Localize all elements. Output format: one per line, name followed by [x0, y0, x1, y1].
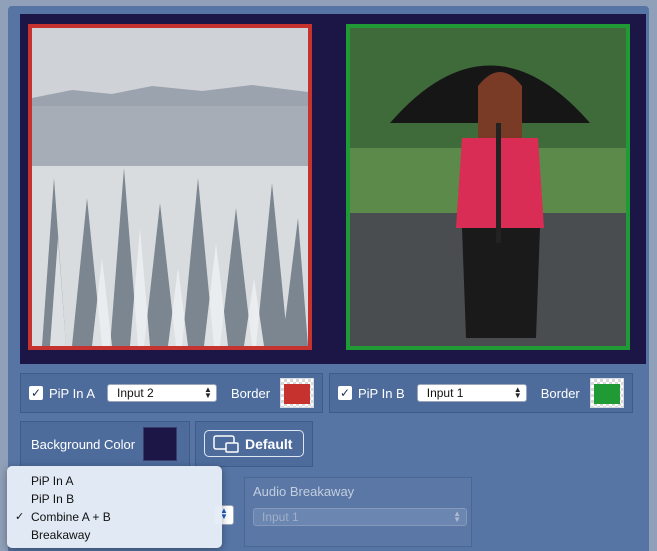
audio-breakaway-section: Audio Breakaway Input 1 ▲ ▼ — [244, 477, 472, 547]
audio-breakaway-title: Audio Breakaway — [253, 484, 355, 499]
default-button[interactable]: Default — [204, 430, 304, 457]
menu-item-breakaway[interactable]: Breakaway — [7, 526, 222, 544]
pip-a-border-color-fill — [284, 384, 311, 404]
pip-b-checkbox[interactable]: ✓ — [338, 386, 352, 400]
pip-b-input-select[interactable]: Input 1 ▲ ▼ — [416, 384, 527, 402]
audio-breakaway-select[interactable]: Input 1 ▲ ▼ — [253, 508, 467, 526]
pip-b-controls: ✓ PiP In B Input 1 ▲ ▼ Border — [329, 373, 633, 413]
pip-b-frame — [346, 24, 630, 350]
pip-b-border-label: Border — [540, 385, 580, 401]
select-arrows-icon: ▲ ▼ — [453, 509, 461, 524]
pip-a-input-value: Input 2 — [117, 386, 154, 400]
menu-item-label: Breakaway — [31, 528, 91, 542]
pip-a-checkbox[interactable]: ✓ — [29, 386, 43, 400]
default-button-label: Default — [245, 435, 293, 452]
select-arrows-icon: ▲ ▼ — [204, 385, 212, 400]
select-arrows-icon: ▲ ▼ — [513, 385, 522, 400]
pip-a-controls: ✓ PiP In A Input 2 ▲ ▼ Border — [20, 373, 323, 413]
pip-b-border-color-well[interactable] — [589, 378, 624, 408]
menu-item-label: PiP In B — [31, 492, 75, 506]
layout-reset-icon — [213, 434, 239, 453]
mode-dropdown-menu: PiP In A PiP In B ✓ Combine A + B Breaka… — [7, 466, 222, 548]
pip-preview — [20, 14, 646, 364]
pip-b-input-value: Input 1 — [426, 386, 464, 400]
pip-a-border-color-well[interactable] — [280, 378, 315, 408]
menu-item-combine-a-b[interactable]: ✓ Combine A + B — [7, 508, 222, 526]
pip-b-label: PiP In B — [358, 385, 405, 401]
pip-a-label: PiP In A — [49, 385, 96, 401]
menu-item-label: Combine A + B — [31, 510, 111, 524]
checkmark-icon: ✓ — [15, 511, 25, 523]
default-control: Default — [195, 421, 313, 467]
menu-item-label: PiP In A — [31, 474, 74, 488]
snowy-forest-image — [32, 28, 308, 346]
pip-b-border-color-fill — [593, 384, 620, 404]
pip-a-frame — [28, 24, 312, 350]
background-color-control: Background Color — [20, 421, 190, 467]
background-color-well[interactable] — [143, 427, 178, 461]
background-color-label: Background Color — [31, 436, 136, 452]
audio-breakaway-value: Input 1 — [262, 510, 299, 524]
pip-a-border-label: Border — [231, 385, 271, 401]
menu-item-pip-in-a[interactable]: PiP In A — [7, 472, 222, 490]
menu-item-pip-in-b[interactable]: PiP In B — [7, 490, 222, 508]
reporter-umbrella-image — [350, 28, 626, 346]
pip-a-input-select[interactable]: Input 2 ▲ ▼ — [107, 384, 218, 402]
